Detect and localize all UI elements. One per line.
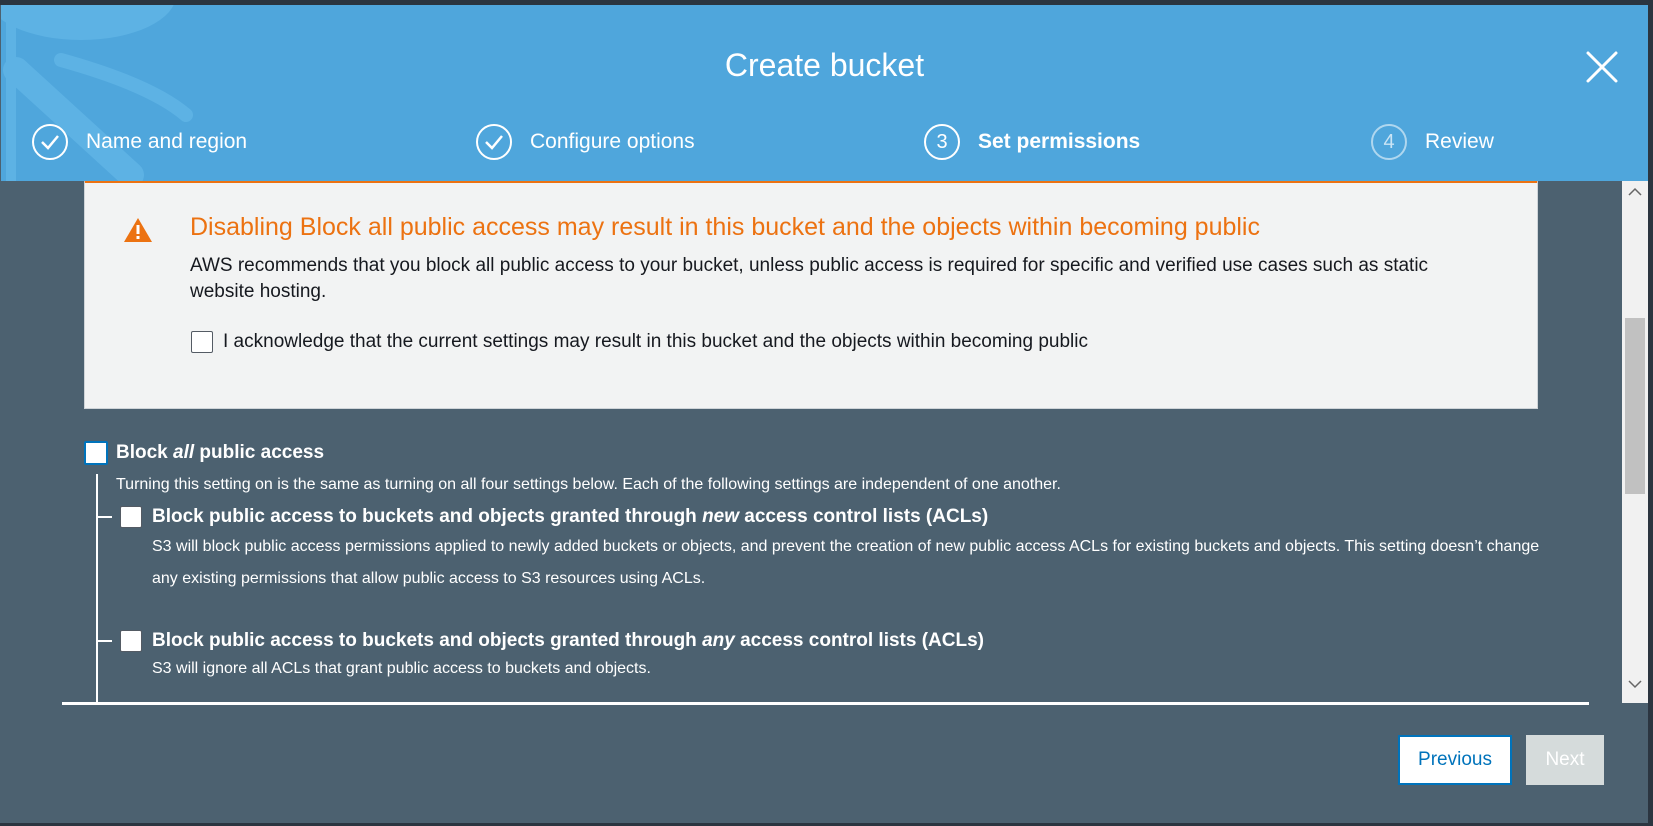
step-label: Review bbox=[1425, 130, 1494, 153]
block-any-acls-description: S3 will ignore all ACLs that grant publi… bbox=[152, 660, 651, 677]
step-label: Name and region bbox=[86, 130, 248, 153]
block-all-label[interactable]: Block all public access bbox=[116, 442, 324, 464]
check-circle-icon bbox=[476, 124, 512, 160]
block-new-acls-label[interactable]: Block public access to buckets and objec… bbox=[152, 506, 988, 528]
acknowledge-row: I acknowledge that the current settings … bbox=[191, 331, 1088, 353]
block-all-checkbox[interactable] bbox=[84, 441, 108, 465]
block-any-acls-label[interactable]: Block public access to buckets and objec… bbox=[152, 630, 984, 652]
check-circle-icon bbox=[32, 124, 68, 160]
permissions-content: Disabling Block all public access may re… bbox=[1, 181, 1621, 703]
block-new-acls-description: S3 will block public access permissions … bbox=[152, 538, 1540, 587]
step-review[interactable]: 4 Review bbox=[1371, 121, 1494, 163]
block-all-row: Block all public access bbox=[84, 441, 324, 465]
acknowledge-label[interactable]: I acknowledge that the current settings … bbox=[223, 331, 1088, 353]
tree-branch bbox=[98, 516, 112, 518]
modal-title: Create bucket bbox=[724, 47, 925, 83]
footer-divider bbox=[62, 702, 1589, 705]
block-any-acls-checkbox[interactable] bbox=[120, 630, 142, 652]
tree-branch bbox=[98, 640, 112, 642]
step-label: Configure options bbox=[530, 130, 695, 153]
step-name-and-region[interactable]: Name and region bbox=[32, 121, 247, 163]
close-icon[interactable] bbox=[1584, 49, 1620, 85]
step-label: Set permissions bbox=[978, 130, 1141, 153]
content-scrollbar[interactable] bbox=[1622, 181, 1648, 703]
block-any-acls-row: Block public access to buckets and objec… bbox=[98, 630, 984, 652]
warning-title: Disabling Block all public access may re… bbox=[190, 213, 1260, 241]
previous-button[interactable]: Previous bbox=[1398, 735, 1512, 785]
block-new-acls-row: Block public access to buckets and objec… bbox=[98, 506, 988, 528]
modal-header: Create bucket Name and region Configure … bbox=[1, 5, 1648, 181]
public-access-warning: Disabling Block all public access may re… bbox=[84, 181, 1538, 409]
step-number-badge: 4 bbox=[1371, 124, 1407, 160]
block-all-description: Turning this setting on is the same as t… bbox=[116, 476, 1061, 493]
step-configure-options[interactable]: Configure options bbox=[476, 121, 695, 163]
next-button[interactable]: Next bbox=[1526, 735, 1604, 785]
step-set-permissions[interactable]: 3 Set permissions bbox=[924, 121, 1140, 163]
warning-body: AWS recommends that you block all public… bbox=[190, 255, 1429, 302]
scrollbar-thumb[interactable] bbox=[1625, 318, 1645, 494]
chevron-up-icon[interactable] bbox=[1622, 187, 1648, 207]
step-number-badge: 3 bbox=[924, 124, 960, 160]
create-bucket-modal: Create bucket Name and region Configure … bbox=[1, 5, 1648, 823]
acknowledge-checkbox[interactable] bbox=[191, 331, 213, 353]
window-right-edge bbox=[1648, 0, 1653, 826]
chevron-down-icon[interactable] bbox=[1622, 679, 1648, 699]
block-new-acls-checkbox[interactable] bbox=[120, 506, 142, 528]
warning-icon bbox=[124, 218, 152, 242]
